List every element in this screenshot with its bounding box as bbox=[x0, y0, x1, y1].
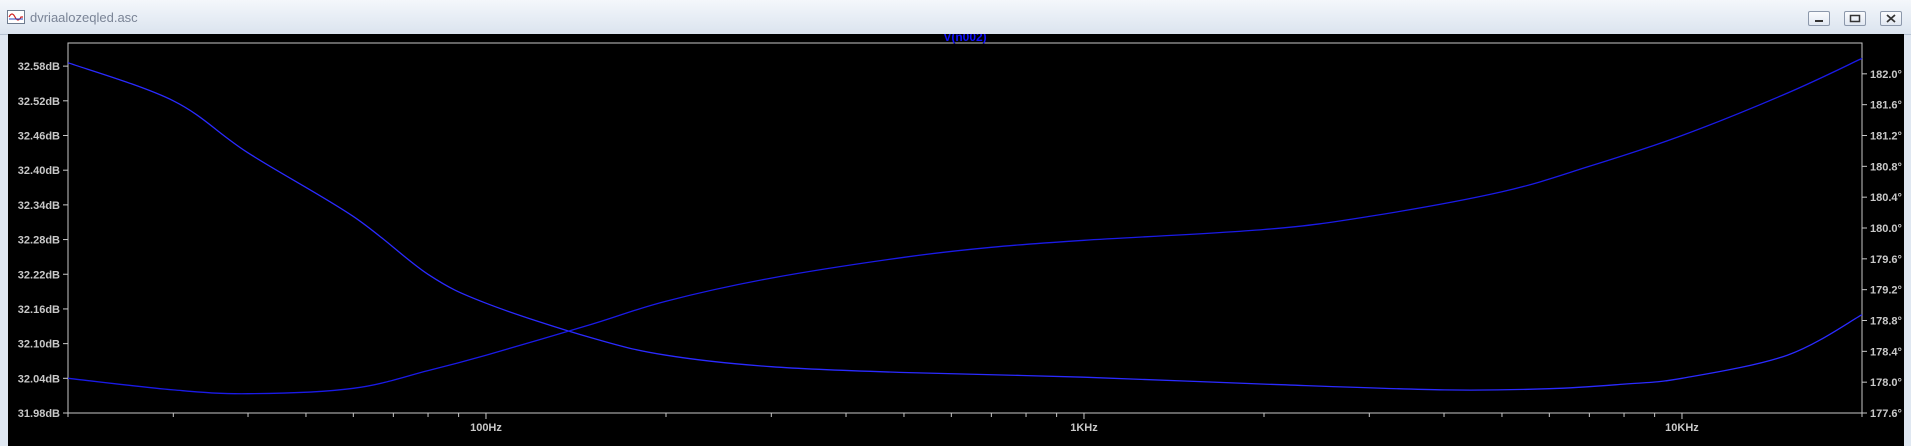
phase-trace[interactable] bbox=[67, 57, 1863, 395]
left-tick-label: 32.16dB bbox=[18, 304, 60, 316]
waveform-icon bbox=[7, 10, 25, 24]
right-tick-label: 181.2° bbox=[1870, 131, 1902, 143]
left-tick-label: 32.52dB bbox=[18, 96, 60, 108]
right-tick-label: 180.0° bbox=[1870, 223, 1902, 235]
left-tick-label: 32.40dB bbox=[18, 165, 60, 177]
left-tick-label: 32.04dB bbox=[18, 373, 60, 385]
window-title: dvriaalozeqled.asc bbox=[30, 10, 138, 25]
right-tick-label: 182.0° bbox=[1870, 69, 1902, 81]
maximize-button[interactable] bbox=[1844, 11, 1866, 26]
x-tick-label: 100Hz bbox=[470, 422, 502, 434]
left-tick-label: 32.28dB bbox=[18, 235, 60, 247]
right-tick-label: 178.0° bbox=[1870, 377, 1902, 389]
plot-pane[interactable]: V(n002) 32.58dB 32.52dB 32.46dB 32.40dB 32.3… bbox=[8, 34, 1904, 446]
close-button[interactable] bbox=[1880, 11, 1902, 26]
left-tick-label: 32.10dB bbox=[18, 339, 60, 351]
x-tick-label: 10KHz bbox=[1665, 422, 1699, 434]
x-tick-label: 1KHz bbox=[1070, 422, 1098, 434]
bode-plot[interactable]: V(n002) 32.58dB 32.52dB 32.46dB 32.40dB 32.3… bbox=[8, 34, 1904, 446]
minimize-icon bbox=[1815, 20, 1823, 22]
close-icon bbox=[1886, 14, 1896, 23]
left-tick-label: 31.98dB bbox=[18, 408, 60, 420]
right-tick-label: 178.4° bbox=[1870, 346, 1902, 358]
title-bar[interactable]: dvriaalozeqled.asc bbox=[0, 0, 1911, 35]
right-tick-label: 180.8° bbox=[1870, 161, 1902, 173]
restore-icon bbox=[1849, 14, 1861, 23]
left-tick-label: 32.46dB bbox=[18, 131, 60, 143]
left-tick-label: 32.22dB bbox=[18, 269, 60, 281]
right-tick-label: 180.4° bbox=[1870, 192, 1902, 204]
right-tick-label: 181.6° bbox=[1870, 100, 1902, 112]
trace-title[interactable]: V(n002) bbox=[943, 34, 986, 44]
right-tick-label: 179.2° bbox=[1870, 285, 1902, 297]
right-tick-label: 177.6° bbox=[1870, 408, 1902, 420]
app-window: dvriaalozeqled.asc V(n002) 32.58dB 32.52d… bbox=[0, 0, 1911, 446]
magnitude-trace[interactable] bbox=[67, 62, 1863, 391]
left-tick-label: 32.58dB bbox=[18, 61, 60, 73]
right-tick-label: 179.6° bbox=[1870, 254, 1902, 266]
plot-frame bbox=[67, 42, 1863, 414]
left-tick-label: 32.34dB bbox=[18, 200, 60, 212]
right-tick-label: 178.8° bbox=[1870, 316, 1902, 328]
minimize-button[interactable] bbox=[1808, 11, 1830, 26]
